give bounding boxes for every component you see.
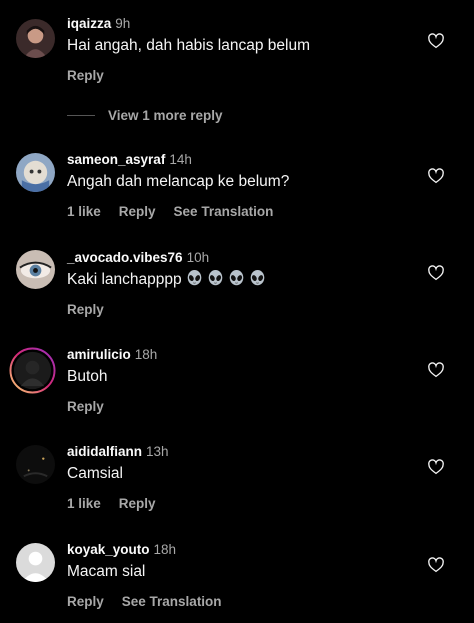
- view-replies[interactable]: View 1 more reply: [67, 106, 223, 124]
- alien-emoji-icon: [207, 270, 224, 287]
- alien-emoji-icon: [228, 270, 245, 287]
- reply-button[interactable]: Reply: [67, 302, 104, 317]
- avatar-with-story-ring[interactable]: [9, 347, 56, 394]
- comment-text: Macam sial: [67, 563, 146, 580]
- timestamp: 14h: [169, 152, 192, 167]
- comment-header: aididalfiann 13h: [67, 444, 414, 460]
- comment-header: sameon_asyraf 14h: [67, 152, 414, 168]
- alien-emoji-icon: [249, 270, 266, 287]
- heart-icon[interactable]: [427, 167, 445, 185]
- reply-button[interactable]: Reply: [119, 204, 156, 219]
- comment-text-content: Kaki lanchapppp: [67, 271, 182, 288]
- comment-actions: 1 like Reply: [67, 496, 414, 511]
- avatar-default[interactable]: [16, 543, 55, 582]
- avatar[interactable]: [16, 445, 55, 484]
- like-count[interactable]: 1 like: [67, 204, 101, 219]
- timestamp: 13h: [146, 444, 169, 459]
- reply-button[interactable]: Reply: [67, 68, 104, 83]
- heart-icon[interactable]: [427, 264, 445, 282]
- alien-emoji-icon: [186, 270, 203, 287]
- comment-actions: Reply: [67, 399, 414, 414]
- comment-actions: 1 like Reply See Translation: [67, 204, 414, 219]
- comment-text: Camsial: [67, 465, 123, 482]
- heart-icon[interactable]: [427, 361, 445, 379]
- username[interactable]: _avocado.vibes76: [67, 250, 183, 265]
- see-translation-button[interactable]: See Translation: [174, 204, 274, 219]
- reply-button[interactable]: Reply: [67, 594, 104, 609]
- timestamp: 18h: [134, 347, 158, 362]
- comment-header: iqaizza 9h: [67, 16, 414, 32]
- comment-header: _avocado.vibes76 10h: [67, 250, 414, 266]
- heart-icon[interactable]: [427, 458, 445, 476]
- reply-button[interactable]: Reply: [67, 399, 104, 414]
- username[interactable]: iqaizza: [67, 16, 111, 31]
- username[interactable]: amirulicio: [67, 347, 131, 362]
- comment-header: koyak_youto 18h: [67, 542, 414, 558]
- see-translation-button[interactable]: See Translation: [122, 594, 222, 609]
- avatar[interactable]: [16, 250, 55, 289]
- username[interactable]: aididalfiann: [67, 444, 142, 459]
- timestamp: 18h: [153, 542, 177, 557]
- heart-icon[interactable]: [427, 556, 445, 574]
- timestamp: 9h: [115, 16, 131, 31]
- username[interactable]: koyak_youto: [67, 542, 150, 557]
- comment-actions: Reply: [67, 302, 414, 317]
- comment-actions: Reply See Translation: [67, 594, 414, 609]
- comment-header: amirulicio 18h: [67, 347, 414, 363]
- avatar[interactable]: [16, 153, 55, 192]
- comment-text: Hai angah, dah habis lancap belum: [67, 37, 311, 54]
- like-count[interactable]: 1 like: [67, 496, 101, 511]
- username[interactable]: sameon_asyraf: [67, 152, 165, 167]
- comment-text: Kaki lanchapppp: [67, 270, 414, 290]
- heart-icon[interactable]: [427, 32, 445, 50]
- comment-actions: Reply: [67, 68, 414, 83]
- divider-line: [67, 114, 95, 116]
- timestamp: 10h: [186, 250, 210, 265]
- view-more-replies-button[interactable]: View 1 more reply: [108, 108, 223, 123]
- comment-text: Angah dah melancap ke belum?: [67, 173, 290, 190]
- reply-button[interactable]: Reply: [119, 496, 156, 511]
- comment-text: Butoh: [67, 368, 108, 385]
- avatar[interactable]: [16, 19, 55, 58]
